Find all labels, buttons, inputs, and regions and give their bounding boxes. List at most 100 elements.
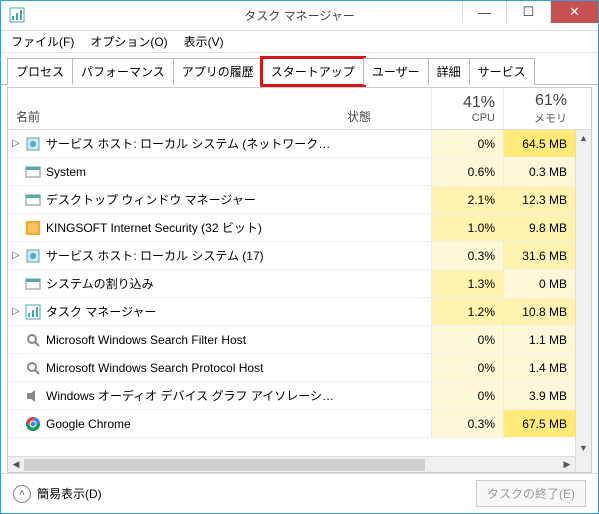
cpu-value: 0.3%: [431, 410, 503, 437]
tab-details[interactable]: 詳細: [428, 58, 470, 85]
expand-icon[interactable]: ▷: [8, 138, 24, 149]
cpu-value: 0%: [431, 326, 503, 353]
table-row[interactable]: Microsoft Windows Search Filter Host 0%1.…: [8, 326, 591, 354]
tab-processes[interactable]: プロセス: [7, 58, 73, 85]
menu-view[interactable]: 表示(V): [178, 31, 230, 52]
tab-bar: プロセス パフォーマンス アプリの履歴 スタートアップ ユーザー 詳細 サービス: [1, 53, 598, 85]
process-name: Windows オーディオ デバイス グラフ アイソレーション: [42, 387, 341, 404]
column-name[interactable]: 名前: [8, 88, 341, 129]
menu-options[interactable]: オプション(O): [84, 31, 173, 52]
end-task-button[interactable]: タスクの終了(E): [476, 480, 586, 507]
process-name: Microsoft Windows Search Protocol Host: [42, 361, 341, 375]
memory-value: 64.5 MB: [503, 130, 575, 157]
process-icon: [24, 332, 42, 348]
memory-value: 0 MB: [503, 270, 575, 297]
process-icon: [24, 360, 42, 376]
minimize-button[interactable]: —: [462, 1, 506, 23]
grid-rows: ▷サービス ホスト: ローカル システム (ネットワーク制限...0%64.5 …: [8, 130, 591, 456]
cpu-value: 0%: [431, 382, 503, 409]
memory-value: 1.1 MB: [503, 326, 575, 353]
cpu-value: 0%: [431, 354, 503, 381]
tab-app-history[interactable]: アプリの履歴: [173, 58, 263, 85]
process-name: システムの割り込み: [42, 275, 341, 292]
scroll-right-icon[interactable]: ▶: [559, 457, 575, 472]
memory-value: 10.8 MB: [503, 298, 575, 325]
table-row[interactable]: デスクトップ ウィンドウ マネージャー 2.1%12.3 MB: [8, 186, 591, 214]
cpu-value: 0.3%: [431, 242, 503, 269]
task-manager-window: タスク マネージャー — ☐ ✕ ファイル(F) オプション(O) 表示(V) …: [0, 0, 599, 514]
table-row[interactable]: KINGSOFT Internet Security (32 ビット) 1.0%9…: [8, 214, 591, 242]
table-row[interactable]: Google Chrome 0.3%67.5 MB: [8, 410, 591, 438]
vertical-scrollbar[interactable]: ▲ ▼: [575, 130, 591, 472]
scroll-thumb[interactable]: [24, 459, 425, 471]
fewer-details-label: 簡易表示(D): [37, 485, 102, 502]
footer: ˄ 簡易表示(D) タスクの終了(E): [1, 473, 598, 513]
process-name: サービス ホスト: ローカル システム (17): [42, 247, 341, 264]
memory-value: 0.3 MB: [503, 158, 575, 185]
process-name: デスクトップ ウィンドウ マネージャー: [42, 191, 341, 208]
content-area: 名前 状態 41% CPU 61% メモリ ▷ サービス ホスト: ローカル シス…: [1, 85, 598, 473]
memory-value: 9.8 MB: [503, 214, 575, 241]
table-row[interactable]: ▷ サービス ホスト: ローカル システム (17) 0.3%31.6 MB: [8, 242, 591, 270]
process-name: Microsoft Windows Search Filter Host: [42, 333, 341, 347]
process-icon: [24, 192, 42, 208]
maximize-button[interactable]: ☐: [506, 1, 550, 23]
fewer-details-button[interactable]: ˄ 簡易表示(D): [13, 485, 102, 503]
table-row[interactable]: システムの割り込み 1.3%0 MB: [8, 270, 591, 298]
close-button[interactable]: ✕: [550, 1, 598, 23]
table-row[interactable]: System0.6%0.3 MB: [8, 158, 591, 186]
process-icon: [24, 388, 42, 404]
chevron-up-icon: ˄: [13, 485, 31, 503]
table-row[interactable]: ▷ タスク マネージャー 1.2%10.8 MB: [8, 298, 591, 326]
table-row[interactable]: Windows オーディオ デバイス グラフ アイソレーション 0%3.9 MB: [8, 382, 591, 410]
horizontal-scrollbar[interactable]: ◀ ▶: [8, 456, 591, 472]
memory-value: 12.3 MB: [503, 186, 575, 213]
process-name: サービス ホスト: ローカル システム (ネットワーク制限...: [42, 135, 341, 152]
process-icon: [24, 136, 42, 152]
cpu-value: 1.2%: [431, 298, 503, 325]
cpu-value: 1.0%: [431, 214, 503, 241]
process-grid: 名前 状態 41% CPU 61% メモリ ▷ サービス ホスト: ローカル シス…: [7, 87, 592, 473]
window-controls: — ☐ ✕: [462, 1, 598, 23]
memory-value: 67.5 MB: [503, 410, 575, 437]
scroll-up-icon[interactable]: ▲: [576, 130, 591, 146]
process-icon: [24, 248, 42, 264]
app-icon: [9, 7, 25, 23]
column-cpu[interactable]: 41% CPU: [431, 88, 503, 129]
process-name: Google Chrome: [42, 417, 341, 431]
expand-icon[interactable]: ▷: [8, 306, 24, 317]
expand-icon[interactable]: ▷: [8, 250, 24, 261]
process-icon: [24, 276, 42, 292]
mem-total-pct: 61%: [535, 92, 567, 110]
cpu-label: CPU: [472, 112, 495, 124]
scroll-left-icon[interactable]: ◀: [8, 457, 24, 472]
memory-value: 1.4 MB: [503, 354, 575, 381]
cpu-value: 2.1%: [431, 186, 503, 213]
process-icon: [24, 164, 42, 180]
scroll-down-icon[interactable]: ▼: [576, 440, 591, 456]
tab-users[interactable]: ユーザー: [363, 58, 429, 85]
cpu-total-pct: 41%: [463, 94, 495, 112]
menu-file[interactable]: ファイル(F): [5, 31, 80, 52]
grid-header: 名前 状態 41% CPU 61% メモリ: [8, 88, 591, 130]
process-icon: [24, 220, 42, 236]
column-status[interactable]: 状態: [341, 88, 431, 129]
cpu-value: 0%: [431, 130, 503, 157]
column-memory[interactable]: 61% メモリ: [503, 88, 575, 129]
memory-value: 3.9 MB: [503, 382, 575, 409]
titlebar: タスク マネージャー — ☐ ✕: [1, 1, 598, 31]
memory-value: 31.6 MB: [503, 242, 575, 269]
table-row[interactable]: Microsoft Windows Search Protocol Host 0%…: [8, 354, 591, 382]
tab-startup[interactable]: スタートアップ: [262, 58, 364, 85]
process-name: タスク マネージャー: [42, 303, 341, 320]
tab-services[interactable]: サービス: [469, 58, 535, 85]
menu-bar: ファイル(F) オプション(O) 表示(V): [1, 31, 598, 53]
process-name: System: [42, 165, 341, 179]
process-name: KINGSOFT Internet Security (32 ビット): [42, 219, 341, 236]
process-icon: [24, 304, 42, 320]
scroll-track[interactable]: [24, 457, 559, 472]
tab-performance[interactable]: パフォーマンス: [72, 58, 174, 85]
table-row[interactable]: ▷ サービス ホスト: ローカル システム (ネットワーク制限... 0%64.5 …: [8, 130, 591, 158]
process-icon: [24, 416, 42, 432]
cpu-value: 1.3%: [431, 270, 503, 297]
